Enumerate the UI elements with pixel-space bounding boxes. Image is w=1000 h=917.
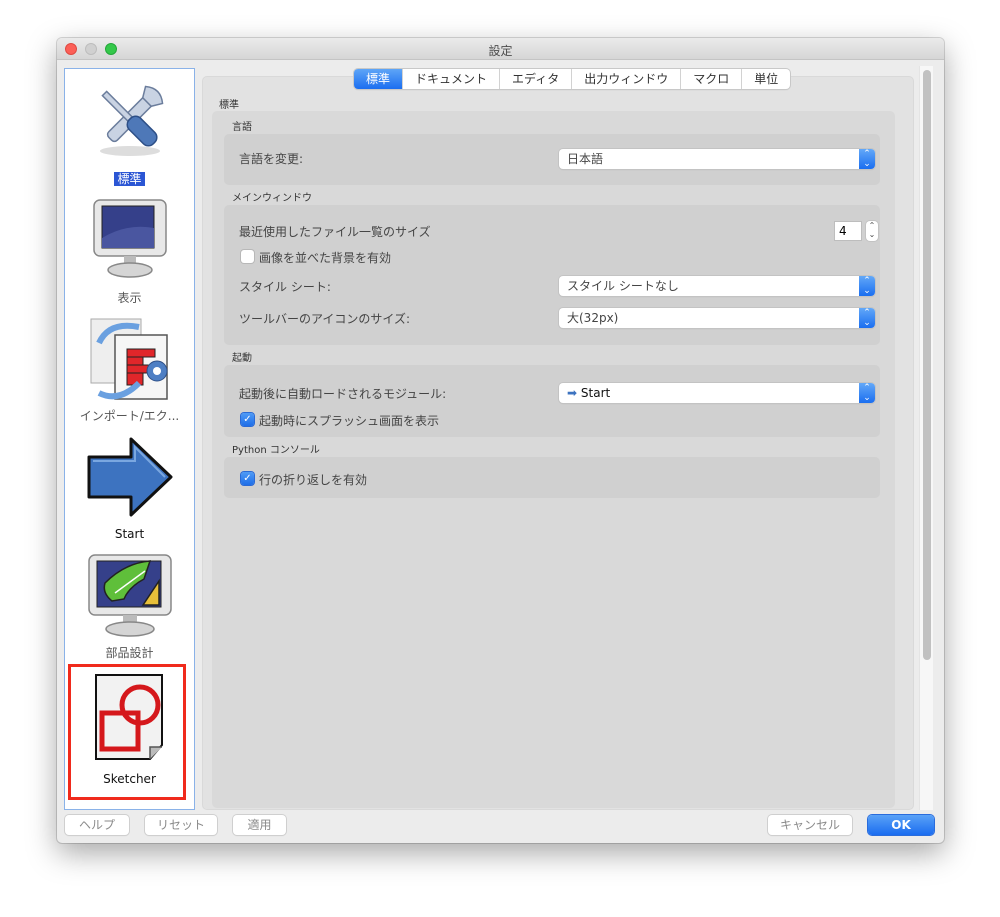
apply-button[interactable]: 適用 — [233, 815, 286, 835]
sidebar-item-label: 標準 — [114, 172, 145, 186]
updown-chevron-icon: ⌃ ⌄ — [859, 383, 875, 403]
word-wrap-label: 行の折り返しを有効 — [259, 473, 368, 487]
updown-chevron-icon: ⌃ ⌄ — [859, 276, 875, 296]
tab-editor[interactable]: エディタ — [500, 69, 573, 89]
style-sheet-select-value: スタイル シートなし — [567, 279, 679, 293]
highlight-annotation-box — [68, 664, 186, 800]
group-title-python-console: Python コンソール — [232, 445, 320, 456]
autoload-module-select-value: Start — [580, 386, 611, 400]
help-button[interactable]: ヘルプ — [65, 815, 129, 835]
tools-icon — [99, 85, 163, 156]
group-title-startup: 起動 — [232, 353, 252, 364]
toolbar-icon-size-select[interactable]: 大(32px) ⌃ ⌄ — [559, 308, 875, 328]
sidebar-item-start[interactable]: Start — [65, 429, 194, 547]
sidebar-item-label: Start — [114, 527, 145, 541]
sidebar-item-import-export[interactable]: インポート/エク... — [65, 309, 194, 427]
language-select[interactable]: 日本語 ⌃ ⌄ — [559, 149, 875, 169]
vertical-scrollbar[interactable] — [919, 66, 933, 810]
tiled-background-label: 画像を並べた背景を有効 — [259, 251, 392, 265]
tab-document[interactable]: ドキュメント — [403, 69, 501, 89]
tab-general[interactable]: 標準 — [354, 69, 404, 89]
page-title: 標準 — [219, 100, 239, 111]
cancel-button[interactable]: キャンセル — [768, 815, 852, 835]
category-sidebar[interactable]: 標準 表示 インポート/エク... Start 部品設計 Sketcher — [64, 68, 195, 810]
style-sheet-label: スタイル シート: — [239, 280, 331, 294]
arrow-right-icon — [87, 437, 172, 517]
sidebar-item-general[interactable]: 標準 — [65, 69, 194, 191]
group-startup: 起動後に自動ロードされるモジュール: ➡ Start ⌃ ⌄ ✓ 起動時にスプラッ… — [224, 365, 880, 437]
updown-chevron-icon: ⌃ ⌄ — [859, 308, 875, 328]
ok-button[interactable]: OK — [868, 815, 934, 835]
tab-units[interactable]: 単位 — [742, 69, 790, 89]
autoload-module-label: 起動後に自動ロードされるモジュール: — [239, 387, 447, 401]
toolbar-icon-size-select-value: 大(32px) — [567, 311, 619, 325]
sidebar-item-display[interactable]: 表示 — [65, 194, 194, 306]
scrollbar-thumb[interactable] — [923, 70, 931, 660]
style-sheet-select[interactable]: スタイル シートなし ⌃ ⌄ — [559, 276, 875, 296]
sidebar-item-label: インポート/エク... — [79, 409, 180, 423]
part-design-icon — [87, 554, 172, 637]
autoload-module-select[interactable]: ➡ Start ⌃ ⌄ — [559, 383, 875, 403]
recent-files-size-stepper[interactable]: ⌃ ⌄ — [866, 221, 878, 241]
language-select-value: 日本語 — [567, 152, 604, 166]
arrow-right-icon: ➡ — [567, 386, 578, 400]
group-title-language: 言語 — [232, 122, 252, 133]
tab-macro[interactable]: マクロ — [681, 69, 743, 89]
updown-chevron-icon: ⌃ ⌄ — [859, 149, 875, 169]
group-title-main-window: メインウィンドウ — [232, 193, 312, 204]
group-python-console: ✓ 行の折り返しを有効 — [224, 457, 880, 498]
group-main-window: 最近使用したファイル一覧のサイズ 4 ⌃ ⌄ 画像を並べた背景を有効 スタイル シ… — [224, 205, 880, 345]
sidebar-item-label: 表示 — [117, 291, 142, 305]
recent-files-size-label: 最近使用したファイル一覧のサイズ — [239, 225, 431, 239]
monitor-icon — [92, 199, 167, 278]
sidebar-item-part-design[interactable]: 部品設計 — [65, 549, 194, 664]
splash-screen-label: 起動時にスプラッシュ画面を表示 — [259, 414, 440, 428]
recent-files-size-input[interactable]: 4 — [834, 221, 862, 241]
sidebar-item-label: 部品設計 — [105, 646, 154, 660]
preferences-window: 設定 標準 表示 インポート/エク... Start 部品設計 Sketcher… — [57, 38, 944, 843]
tab-output-window[interactable]: 出力ウィンドウ — [572, 69, 682, 89]
word-wrap-checkbox[interactable]: ✓ — [241, 472, 254, 485]
toolbar-icon-size-label: ツールバーのアイコンのサイズ: — [239, 312, 411, 326]
tiled-background-checkbox[interactable] — [241, 250, 254, 263]
splash-screen-checkbox[interactable]: ✓ — [241, 413, 254, 426]
reset-button[interactable]: リセット — [145, 815, 217, 835]
window-title: 設定 — [488, 44, 513, 58]
tab-bar[interactable]: 標準 ドキュメント エディタ 出力ウィンドウ マクロ 単位 — [354, 69, 791, 89]
import-export-icon — [90, 318, 168, 400]
settings-content: 言語 言語を変更: 日本語 ⌃ ⌄ メインウィンドウ 最近使用したファイル一覧のサ… — [212, 111, 895, 808]
group-language: 言語を変更: 日本語 ⌃ ⌄ — [224, 134, 880, 185]
title-bar[interactable]: 設定 — [57, 38, 944, 60]
change-language-label: 言語を変更: — [239, 152, 304, 166]
